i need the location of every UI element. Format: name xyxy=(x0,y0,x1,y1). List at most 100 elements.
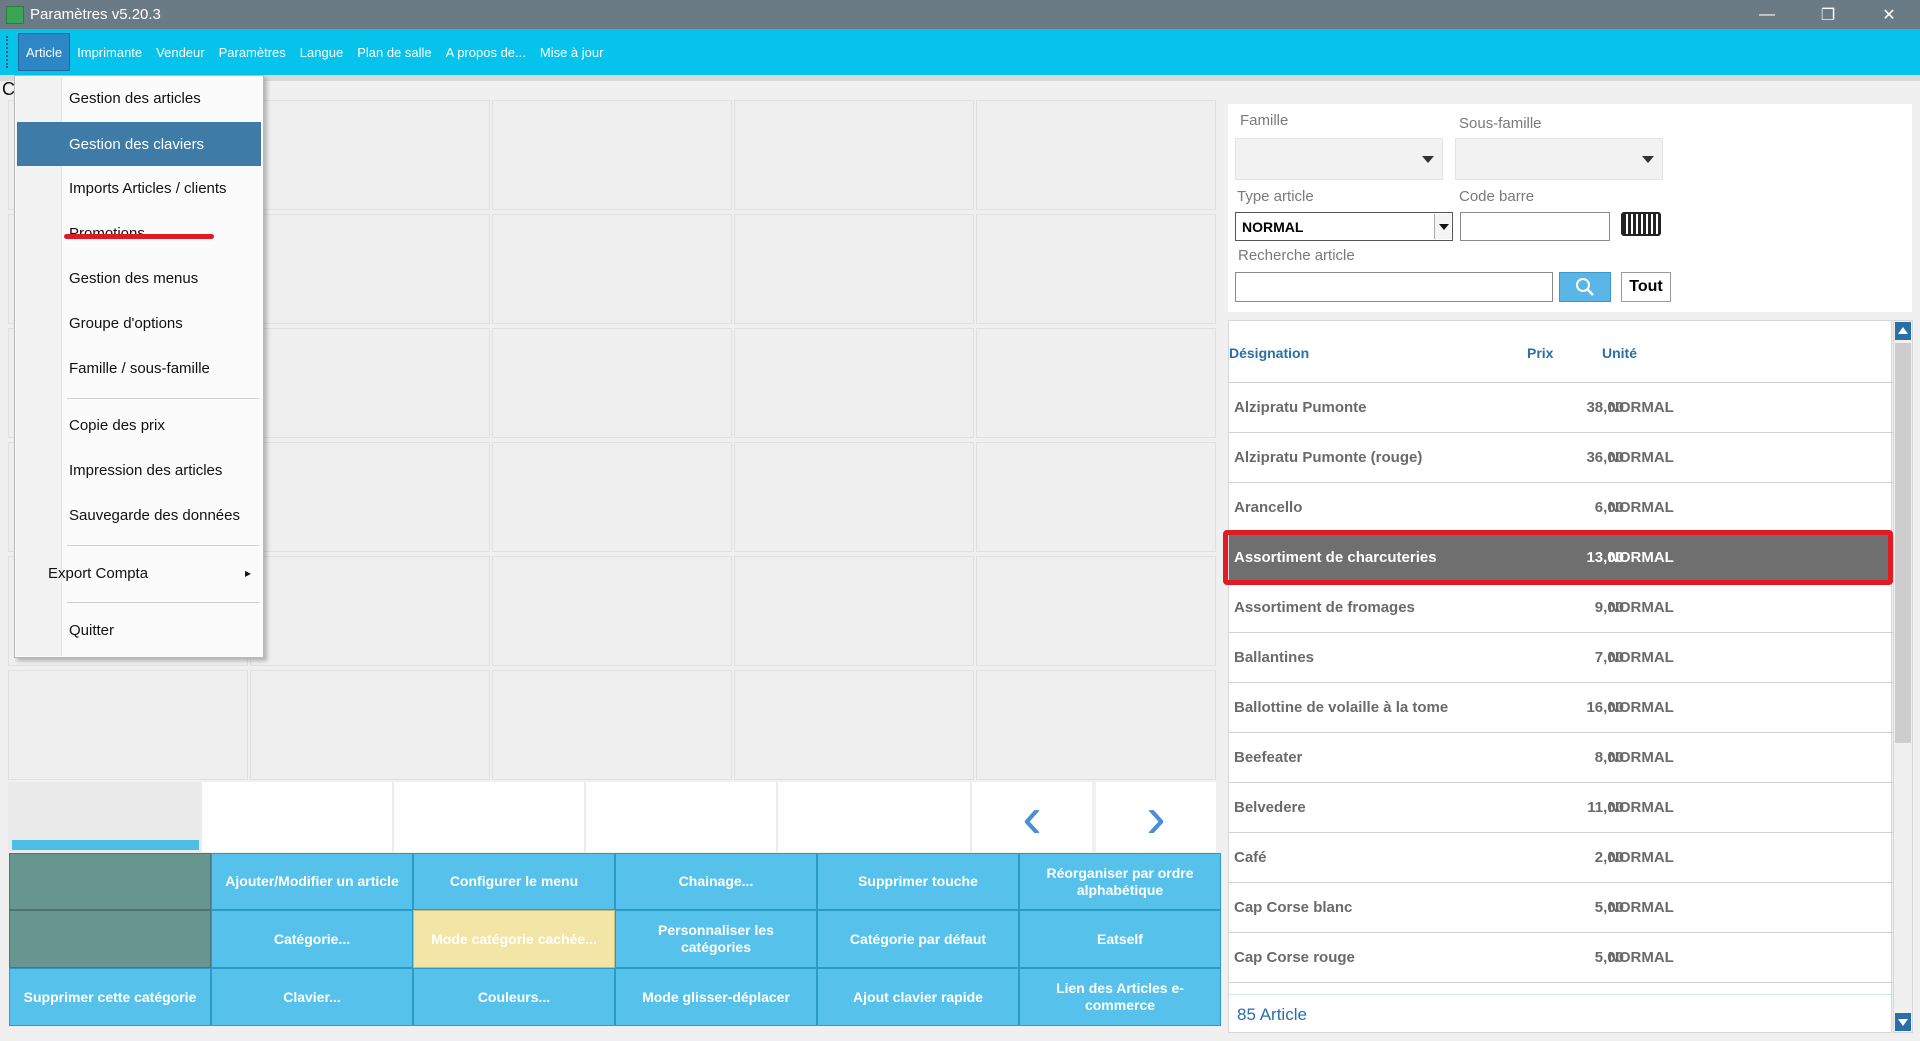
scroll-up-button[interactable] xyxy=(1895,322,1911,340)
menu-item-copie-prix[interactable]: Copie des prix xyxy=(17,403,261,447)
minimize-button[interactable]: — xyxy=(1744,0,1790,29)
delete-category-button[interactable]: Supprimer cette catégorie xyxy=(9,968,211,1026)
grid-cell[interactable] xyxy=(250,556,490,666)
header-unit[interactable]: Unité xyxy=(1602,345,1637,361)
menu-article[interactable]: Article xyxy=(18,33,71,71)
table-row[interactable]: Cap Corse blanc 5,00 NORMAL xyxy=(1229,883,1893,933)
grid-cell[interactable] xyxy=(976,670,1216,780)
grid-cell[interactable] xyxy=(734,214,974,324)
type-select[interactable]: NORMAL xyxy=(1235,212,1453,241)
grid-cell[interactable] xyxy=(492,442,732,552)
default-category-button[interactable]: Catégorie par défaut xyxy=(817,910,1019,968)
eatself-button[interactable]: Eatself xyxy=(1019,910,1221,968)
chainage-button[interactable]: Chainage... xyxy=(615,853,817,910)
add-edit-article-button[interactable]: Ajouter/Modifier un article xyxy=(211,853,413,910)
category-tab[interactable] xyxy=(586,782,778,852)
menu-item-gestion-menus[interactable]: Gestion des menus xyxy=(17,256,261,300)
menu-item-sauvegarde[interactable]: Sauvegarde des données xyxy=(17,493,261,537)
grid-cell[interactable] xyxy=(976,328,1216,438)
menu-imprimante[interactable]: Imprimante xyxy=(70,29,149,75)
grid-cell[interactable] xyxy=(976,100,1216,210)
grid-cell[interactable] xyxy=(492,214,732,324)
keyboard-button[interactable]: Clavier... xyxy=(211,968,413,1026)
menu-item-impression[interactable]: Impression des articles xyxy=(17,448,261,492)
menu-item-quitter[interactable]: Quitter xyxy=(17,608,261,652)
grid-cell[interactable] xyxy=(492,556,732,666)
menu-parametres[interactable]: Paramètres xyxy=(212,29,293,75)
subfamily-select[interactable] xyxy=(1455,138,1663,180)
category-tab[interactable] xyxy=(394,782,586,852)
grid-cell[interactable] xyxy=(250,442,490,552)
grid-cell[interactable] xyxy=(734,670,974,780)
grid-cell[interactable] xyxy=(734,100,974,210)
menu-item-gestion-articles[interactable]: Gestion des articles xyxy=(17,76,261,120)
table-row[interactable]: Belvedere 11,00 NORMAL xyxy=(1229,783,1893,833)
grid-cell[interactable] xyxy=(492,100,732,210)
table-row[interactable]: Alzipratu Pumonte 38,00 NORMAL xyxy=(1229,383,1893,433)
drag-drop-mode-button[interactable]: Mode glisser-déplacer xyxy=(615,968,817,1026)
menu-item-famille[interactable]: Famille / sous-famille xyxy=(17,346,261,390)
configure-menu-button[interactable]: Configurer le menu xyxy=(413,853,615,910)
grid-cell[interactable] xyxy=(250,670,490,780)
grid-cell[interactable] xyxy=(250,214,490,324)
show-all-button[interactable]: Tout xyxy=(1621,272,1671,302)
grid-cell[interactable] xyxy=(734,556,974,666)
grid-cell[interactable] xyxy=(976,556,1216,666)
grid-cell[interactable] xyxy=(8,670,248,780)
ecommerce-link-button[interactable]: Lien des Articles e-commerce xyxy=(1019,968,1221,1026)
menu-item-imports[interactable]: Imports Articles / clients xyxy=(17,166,261,210)
table-row[interactable]: Assortiment de fromages 9,00 NORMAL xyxy=(1229,583,1893,633)
scroll-thumb[interactable] xyxy=(1895,343,1911,743)
menu-mise-a-jour[interactable]: Mise à jour xyxy=(533,29,611,75)
grid-cell[interactable] xyxy=(976,442,1216,552)
grid-cell[interactable] xyxy=(976,214,1216,324)
chevron-left-icon[interactable]: ‹ xyxy=(972,782,1092,852)
row-unit: NORMAL xyxy=(1608,899,1674,916)
menu-item-promotions[interactable]: Promotions xyxy=(17,211,261,255)
header-designation[interactable]: Désignation xyxy=(1229,345,1309,361)
colors-button[interactable]: Couleurs... xyxy=(413,968,615,1026)
grid-cell[interactable] xyxy=(734,328,974,438)
scroll-down-button[interactable] xyxy=(1895,1013,1911,1031)
menu-item-export-compta[interactable]: Export Compta ▸ xyxy=(17,551,261,595)
delete-key-button[interactable]: Supprimer touche xyxy=(817,853,1019,910)
menu-plan-de-salle[interactable]: Plan de salle xyxy=(350,29,438,75)
grid-cell[interactable] xyxy=(250,328,490,438)
table-row[interactable]: Beefeater 8,00 NORMAL xyxy=(1229,733,1893,783)
table-row[interactable]: Café 2,00 NORMAL xyxy=(1229,833,1893,883)
toolbar-grip[interactable] xyxy=(6,36,10,68)
table-row[interactable]: Ballottine de volaille à la tome 16,00 NOR… xyxy=(1229,683,1893,733)
hidden-category-mode-button[interactable]: Mode catégorie cachée... xyxy=(413,910,615,968)
close-button[interactable]: ✕ xyxy=(1866,0,1912,29)
search-input[interactable] xyxy=(1235,272,1553,302)
menu-langue[interactable]: Langue xyxy=(293,29,350,75)
list-scrollbar[interactable] xyxy=(1893,320,1913,1033)
menu-item-groupe-options[interactable]: Groupe d'options xyxy=(17,301,261,345)
restore-button[interactable]: ❐ xyxy=(1805,0,1851,29)
grid-cell[interactable] xyxy=(250,100,490,210)
customize-categories-button[interactable]: Personnaliser les catégories xyxy=(615,910,817,968)
family-select[interactable] xyxy=(1235,138,1443,180)
grid-cell[interactable] xyxy=(492,328,732,438)
table-row[interactable]: Ballantines 7,00 NORMAL xyxy=(1229,633,1893,683)
menu-item-gestion-claviers[interactable]: Gestion des claviers xyxy=(17,122,261,166)
grid-cell[interactable] xyxy=(492,670,732,780)
category-button[interactable]: Catégorie... xyxy=(211,910,413,968)
category-tab[interactable] xyxy=(202,782,394,852)
barcode-input[interactable] xyxy=(1460,212,1610,241)
subfamily-label: Sous-famille xyxy=(1459,115,1542,132)
quick-keyboard-add-button[interactable]: Ajout clavier rapide xyxy=(817,968,1019,1026)
category-tab[interactable] xyxy=(778,782,972,852)
table-row[interactable]: Arancello 6,00 NORMAL xyxy=(1229,483,1893,533)
search-button[interactable] xyxy=(1559,272,1611,302)
chevron-right-icon[interactable]: › xyxy=(1096,782,1216,852)
sort-alphabetical-button[interactable]: Réorganiser par ordre alphabétique xyxy=(1019,853,1221,910)
menu-a-propos[interactable]: A propos de... xyxy=(439,29,533,75)
header-price[interactable]: Prix xyxy=(1527,345,1553,361)
table-row[interactable]: Alzipratu Pumonte (rouge) 36,00 NORMAL xyxy=(1229,433,1893,483)
table-row[interactable]: Cap Corse rouge 5,00 NORMAL xyxy=(1229,933,1893,983)
menu-vendeur[interactable]: Vendeur xyxy=(149,29,211,75)
grid-cell[interactable] xyxy=(734,442,974,552)
chevron-down-icon[interactable] xyxy=(1434,214,1451,239)
keyboard-icon[interactable] xyxy=(1621,212,1661,236)
